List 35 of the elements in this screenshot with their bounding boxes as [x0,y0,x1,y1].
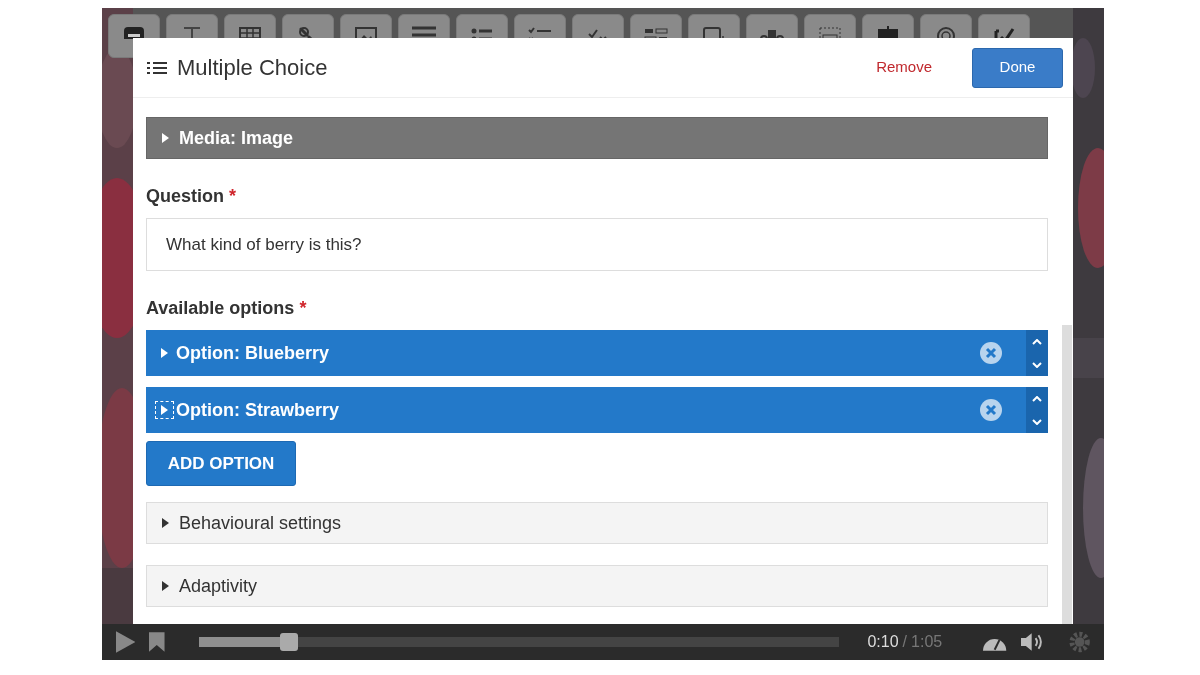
progress-handle[interactable] [279,633,298,651]
dialog-title: Multiple Choice [177,54,328,82]
drag-text-icon [817,25,843,39]
section-header[interactable]: Behavioural settings [146,502,1048,544]
list-icon [411,25,437,39]
caret-icon [161,348,168,358]
play-icon[interactable] [116,631,136,653]
minus-icon [121,25,147,39]
option-header[interactable]: Option: Blueberry [146,330,1048,376]
done-button[interactable]: Done [972,47,1063,88]
blank-box-icon [701,25,727,39]
option-header[interactable]: Option: Strawberry [146,387,1048,433]
move-down-icon[interactable] [1032,418,1042,425]
remove-icon[interactable] [980,342,1002,364]
time-separator: / [902,632,908,652]
move-up-icon[interactable] [1032,395,1042,402]
checklist-icon [527,25,553,39]
scrollbar[interactable] [1062,325,1072,625]
bookmark-icon[interactable] [149,632,165,652]
move-down-icon[interactable] [1032,361,1042,368]
field-label: Question * [146,185,238,208]
move-up-icon[interactable] [1032,338,1042,345]
add-option-button[interactable]: ADD OPTION [146,441,296,486]
caret-icon [161,405,168,415]
current-time: 0:10 [867,632,899,652]
table-icon [237,25,263,39]
remove-icon[interactable] [980,399,1002,421]
remove-link[interactable]: Remove [870,55,938,80]
list-icon [147,59,167,76]
total-time: 1:05 [911,632,943,652]
field-label: Available options * [146,297,308,320]
drag-blocks-icon [643,25,669,39]
question-field[interactable]: What kind of berry is this? [146,218,1048,271]
media-section-header[interactable]: Media: Image [146,117,1048,159]
section-header[interactable]: Adaptivity [146,565,1048,607]
